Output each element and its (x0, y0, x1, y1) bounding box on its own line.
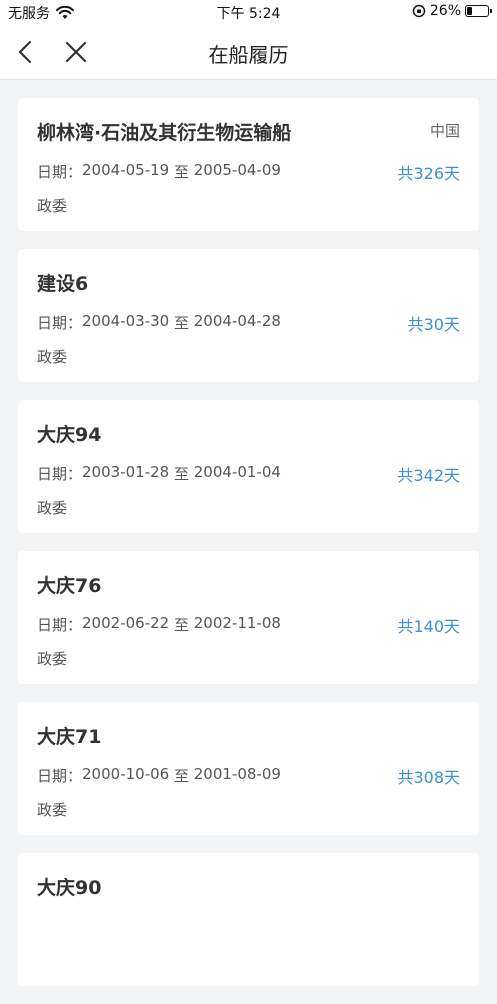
date-prefix: 日期： (37, 314, 83, 332)
date-prefix: 日期： (37, 616, 83, 634)
status-right: 26% (412, 3, 492, 19)
date-separator: 至 (169, 163, 194, 181)
battery-percent: 26% (429, 3, 461, 19)
days-count: 共140天 (397, 617, 460, 636)
days-count: 共326天 (397, 164, 460, 183)
record-card[interactable]: 大庆90 (18, 853, 479, 986)
record-card[interactable]: 柳林湾·石油及其衍生物运输船 中国共326天政委 日期： 2004-05-19 至 2… (18, 98, 479, 231)
start-date: 2002-06-22 (82, 614, 170, 632)
ship-name: 大庆94 (37, 424, 102, 446)
days-count: 共342天 (397, 466, 460, 485)
page-title: 在船履历 (208, 43, 289, 67)
days-count: 共30天 (407, 315, 460, 334)
end-date: 2001-08-09 (193, 765, 281, 783)
date-range: 日期： 2000-10-06 至 2001-08-09 (37, 765, 281, 786)
record-card[interactable]: 大庆76 共140天政委 日期： 2002-06-22 至 2002-11-08 (18, 551, 479, 684)
date-separator: 至 (169, 616, 194, 634)
position-label: 政委 (37, 499, 68, 517)
position-label: 政委 (37, 650, 68, 668)
battery-icon (465, 5, 492, 17)
start-date: 2004-05-19 (82, 161, 170, 179)
orientation-lock-icon (412, 4, 426, 18)
date-range: 日期： 2004-03-30 至 2004-04-28 (37, 312, 281, 333)
end-date: 2005-04-09 (193, 161, 281, 179)
record-list: 柳林湾·石油及其衍生物运输船 中国 共326天 政委 日期： 2004-05-19 至 2… (18, 98, 479, 1004)
date-range: 日期： 2002-06-22 至 2002-11-08 (37, 614, 281, 635)
position-label: 政委 (37, 348, 68, 366)
start-date: 2004-03-30 (82, 312, 170, 330)
date-prefix: 日期： (37, 465, 83, 483)
start-date: 2003-01-28 (82, 463, 170, 481)
record-card[interactable]: 大庆71 共308天政委 日期： 2000-10-06 至 2001-08-09 (18, 702, 479, 835)
date-prefix: 日期： (37, 767, 83, 785)
date-prefix: 日期： (37, 163, 83, 181)
date-separator: 至 (169, 314, 194, 332)
battery-fill (467, 7, 473, 15)
ship-name: 柳林湾·石油及其衍生物运输船 (37, 122, 292, 144)
end-date: 2004-04-28 (193, 312, 281, 330)
record-card[interactable]: 大庆94 共342天政委 日期： 2003-01-28 至 2004-01-04 (18, 400, 479, 533)
position-label: 政委 (37, 801, 68, 819)
ship-name: 大庆76 (37, 575, 102, 597)
end-date: 2002-11-08 (193, 614, 281, 632)
date-range: 日期： 2004-05-19 至 2005-04-09 (37, 161, 281, 182)
ship-name: 建设6 (37, 273, 89, 295)
position-label: 政委 (37, 197, 68, 215)
end-date: 2004-01-04 (193, 463, 281, 481)
ship-name: 大庆90 (37, 877, 102, 899)
ship-name: 大庆71 (37, 726, 102, 748)
days-count: 共308天 (397, 768, 460, 787)
date-separator: 至 (169, 465, 194, 483)
date-separator: 至 (169, 767, 194, 785)
nav-bar: 在船履历 (0, 24, 497, 80)
date-range: 日期： 2003-01-28 至 2004-01-04 (37, 463, 281, 484)
start-date: 2000-10-06 (82, 765, 170, 783)
record-card[interactable]: 建设6 共30天政委 日期： 2004-03-30 至 2004-04-28 (18, 249, 479, 382)
status-bar: 无服务 下午 5:24 26% (0, 0, 497, 24)
country-label: 中国 (429, 122, 460, 140)
